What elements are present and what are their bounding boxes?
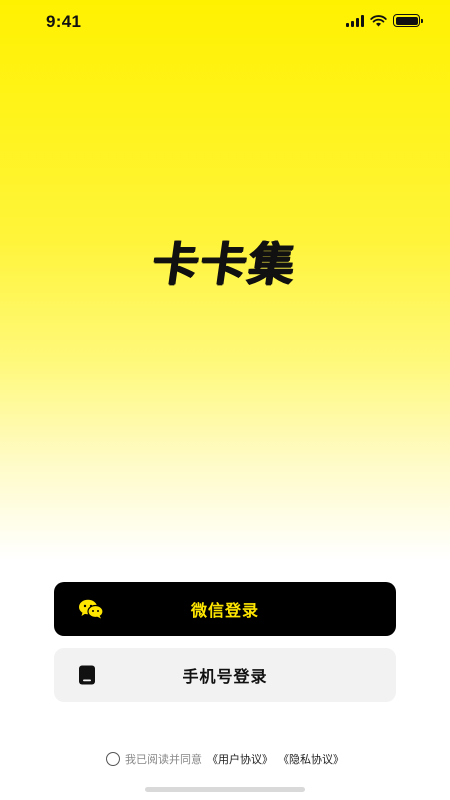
cellular-signal-icon: [346, 14, 364, 27]
phone-icon: [78, 665, 96, 685]
app-logo: 卡卡集: [148, 237, 301, 291]
user-agreement-link[interactable]: 《用户协议》: [207, 751, 273, 767]
wechat-login-button[interactable]: 微信登录: [54, 582, 396, 636]
battery-icon: [393, 14, 423, 27]
status-bar: 9:41: [0, 0, 450, 44]
wifi-icon: [370, 14, 387, 26]
phone-login-label: 手机号登录: [182, 667, 268, 686]
agreement-checkbox[interactable]: [106, 752, 120, 766]
agreement-row: 我已阅读并同意 《用户协议》 《隐私协议》: [0, 751, 450, 767]
status-time: 9:41: [46, 12, 82, 31]
wechat-login-label: 微信登录: [190, 601, 259, 620]
phone-login-button[interactable]: 手机号登录: [54, 648, 396, 702]
privacy-policy-link[interactable]: 《隐私协议》: [278, 751, 344, 767]
wechat-icon: [78, 599, 104, 619]
agreement-prefix: 我已阅读并同意: [125, 753, 202, 766]
home-indicator: [145, 787, 305, 792]
status-icons: [346, 14, 423, 27]
